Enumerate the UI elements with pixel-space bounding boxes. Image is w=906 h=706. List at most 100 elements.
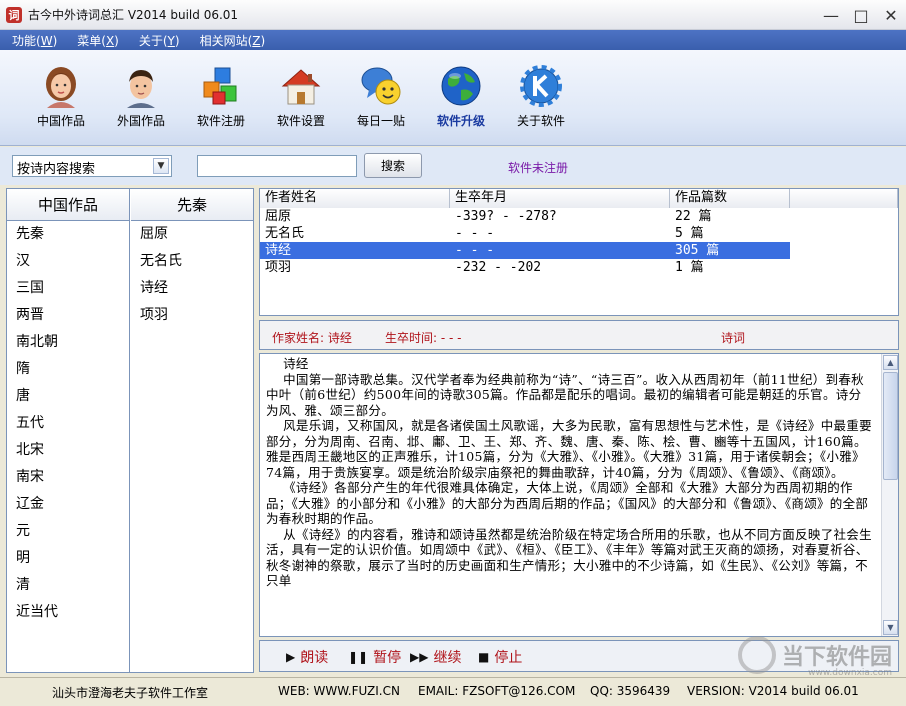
cell-count: 22 篇 — [675, 209, 712, 224]
table-row[interactable]: 屈原 -339? - -278? 22 篇 — [260, 208, 898, 225]
vertical-scrollbar[interactable]: ▲ ▼ — [881, 354, 898, 636]
dynasty-item[interactable]: 明 — [7, 545, 129, 572]
qq-info: QQ: 3596439 — [590, 684, 671, 698]
house-icon — [279, 64, 323, 108]
pause-button[interactable]: ❚❚ 暂停 — [348, 647, 401, 667]
play-icon: ▶ — [286, 650, 296, 664]
column-header-count[interactable]: 作品篇数 — [670, 189, 790, 208]
upgrade-label: 软件升级 — [436, 114, 485, 128]
globe-icon — [439, 64, 483, 108]
status-bar: 汕头市澄海老夫子软件工作室 WEB: WWW.FUZI.CN EMAIL: FZ… — [0, 677, 906, 706]
fast-forward-icon: ▶▶ — [410, 650, 429, 664]
browse-pane: 中国作品 先秦 汉 三国 两晋 南北朝 隋 唐 五代 北宋 南宋 辽金 元 明 … — [6, 188, 254, 673]
table-row-selected[interactable]: 诗经 - - - 305 篇 — [260, 242, 898, 259]
cubes-icon — [199, 64, 243, 108]
app-icon: 词 — [6, 6, 22, 23]
chevron-down-icon[interactable]: ▼ — [153, 158, 169, 174]
scroll-thumb[interactable] — [883, 372, 898, 480]
dynasty-item[interactable]: 近当代 — [7, 599, 129, 626]
daily-post-button[interactable]: 每日一贴 — [346, 64, 416, 129]
stop-button[interactable]: ■ 停止 — [478, 647, 522, 667]
dynasty-item[interactable]: 元 — [7, 518, 129, 545]
chinese-works-label: 中国作品 — [36, 114, 85, 128]
settings-button[interactable]: 软件设置 — [266, 64, 336, 129]
column-header-empty — [790, 189, 898, 208]
search-mode-value: 按诗内容搜索 — [17, 162, 96, 177]
author-table: 作者姓名 生卒年月 作品篇数 屈原 -339? - -278? 22 篇 无名氏… — [259, 188, 899, 316]
gear-k-icon — [519, 64, 563, 108]
dynasty-item[interactable]: 南宋 — [7, 464, 129, 491]
scroll-down-icon[interactable]: ▼ — [883, 620, 898, 635]
pause-label: 暂停 — [373, 650, 402, 666]
poem-text: 诗经 中国第一部诗歌总集。汉代学者奉为经典前称为“诗”、“诗三百”。收入从西周初… — [266, 356, 872, 588]
column-header-name[interactable]: 作者姓名 — [260, 189, 450, 208]
minimize-button[interactable]: — — [816, 0, 846, 30]
dynasty-item[interactable]: 辽金 — [7, 491, 129, 518]
read-aloud-label: 朗读 — [300, 650, 329, 666]
author-item[interactable]: 诗经 — [131, 275, 253, 302]
author-column-header[interactable]: 先秦 — [131, 189, 253, 221]
stop-icon: ■ — [478, 650, 490, 664]
dynasty-item[interactable]: 先秦 — [7, 221, 129, 248]
dynasty-item[interactable]: 隋 — [7, 356, 129, 383]
chinese-works-button[interactable]: 中国作品 — [26, 64, 96, 129]
cell-dates: - - - — [450, 242, 670, 259]
foreign-works-label: 外国作品 — [116, 114, 165, 128]
dynasty-item[interactable]: 唐 — [7, 383, 129, 410]
watermark-text: 当下软件园 — [781, 645, 892, 670]
author-column: 先秦 屈原 无名氏 诗经 项羽 — [131, 189, 253, 672]
about-button[interactable]: 关于软件 — [506, 64, 576, 129]
toolbar: 中国作品 外国作品 软件注册 软件设置 每日一贴 软件升级 关于软件 — [0, 50, 906, 146]
website-info: WEB: WWW.FUZI.CN — [278, 684, 400, 698]
menu-about[interactable]: 关于(Y) — [139, 32, 180, 49]
register-label: 软件注册 — [196, 114, 245, 128]
smiley-chat-icon — [359, 64, 403, 108]
menu-bar: 功能(W) 菜单(X) 关于(Y) 相关网站(Z) — [0, 30, 906, 50]
author-item[interactable]: 无名氏 — [131, 248, 253, 275]
search-button[interactable]: 搜索 — [364, 153, 422, 178]
cell-count: 305 篇 — [670, 242, 790, 259]
content-kind: 诗词 — [721, 331, 746, 345]
close-button[interactable]: ✕ — [876, 0, 906, 30]
upgrade-button[interactable]: 软件升级 — [426, 64, 496, 129]
cell-count: 5 篇 — [675, 226, 704, 241]
daily-post-label: 每日一贴 — [356, 114, 405, 128]
dynasty-item[interactable]: 五代 — [7, 410, 129, 437]
window-title: 古今中外诗词总汇 V2014 build 06.01 — [28, 8, 239, 22]
cell-name: 屈原 — [265, 209, 292, 224]
registration-status: 软件未注册 — [508, 161, 569, 175]
search-input[interactable] — [197, 155, 357, 177]
maximize-button[interactable]: □ — [846, 0, 876, 30]
dynasty-column-header[interactable]: 中国作品 — [7, 189, 129, 221]
author-info-bar: 作家姓名: 诗经 生卒时间: - - - 诗词 — [259, 320, 899, 350]
cell-name: 无名氏 — [265, 226, 305, 241]
dynasty-item[interactable]: 北宋 — [7, 437, 129, 464]
table-row[interactable]: 无名氏 - - - 5 篇 — [260, 225, 898, 242]
column-header-dates[interactable]: 生卒年月 — [450, 189, 670, 208]
register-button[interactable]: 软件注册 — [186, 64, 256, 129]
author-item[interactable]: 项羽 — [131, 302, 253, 329]
poem-text-pane[interactable]: 诗经 中国第一部诗歌总集。汉代学者奉为经典前称为“诗”、“诗三百”。收入从西周初… — [259, 353, 899, 637]
dynasty-item[interactable]: 两晋 — [7, 302, 129, 329]
author-item[interactable]: 屈原 — [131, 221, 253, 248]
author-name-info: 作家姓名: 诗经 — [272, 331, 352, 345]
read-aloud-button[interactable]: ▶ 朗读 — [286, 647, 328, 667]
title-bar: 词 古今中外诗词总汇 V2014 build 06.01 — □ ✕ — [0, 0, 906, 30]
stop-label: 停止 — [494, 650, 523, 666]
menu-related-sites[interactable]: 相关网站(Z) — [200, 32, 266, 49]
version-info: VERSION: V2014 build 06.01 — [687, 684, 859, 698]
dynasty-item[interactable]: 三国 — [7, 275, 129, 302]
dynasty-item[interactable]: 清 — [7, 572, 129, 599]
cell-name: 项羽 — [265, 260, 292, 275]
search-mode-select[interactable]: 按诗内容搜索 ▼ — [12, 155, 172, 177]
about-label: 关于软件 — [516, 114, 565, 128]
dynasty-item[interactable]: 汉 — [7, 248, 129, 275]
watermark-logo-icon — [737, 636, 776, 674]
dynasty-item[interactable]: 南北朝 — [7, 329, 129, 356]
menu-function[interactable]: 功能(W) — [12, 32, 57, 49]
continue-button[interactable]: ▶▶ 继续 — [410, 647, 461, 667]
scroll-up-icon[interactable]: ▲ — [883, 355, 898, 370]
table-row[interactable]: 项羽 -232 - -202 1 篇 — [260, 259, 898, 276]
foreign-works-button[interactable]: 外国作品 — [106, 64, 176, 129]
menu-menu[interactable]: 菜单(X) — [77, 32, 119, 49]
